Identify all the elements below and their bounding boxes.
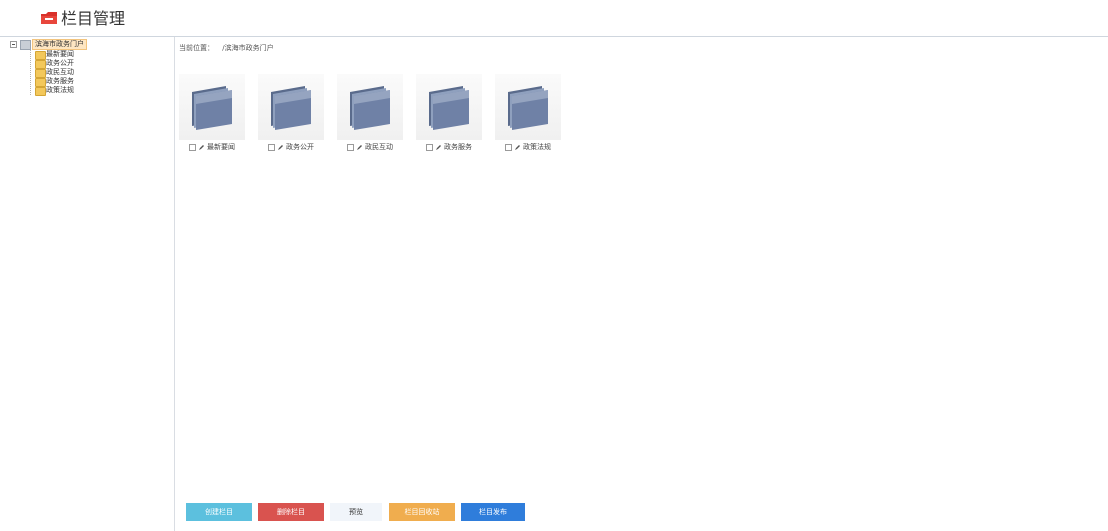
folder-icon xyxy=(35,87,46,96)
delete-column-button[interactable]: 删除栏目 xyxy=(258,503,324,521)
breadcrumb: 当前位置： /滨海市政务门户 xyxy=(179,43,274,53)
tree-item-label: 最新要闻 xyxy=(46,50,74,58)
large-folder-icon xyxy=(192,86,232,130)
select-checkbox[interactable] xyxy=(189,144,196,151)
folder-card[interactable]: 政务服务 xyxy=(416,74,482,151)
tree-item[interactable]: 最新要闻 xyxy=(35,50,74,60)
site-icon xyxy=(20,40,31,50)
edit-pencil-icon[interactable] xyxy=(356,144,363,151)
tree-item-label: 政务公开 xyxy=(46,59,74,67)
page: 栏目管理 滨海市政务门户 最新要闻 政务公开 政民互动 政务服务 政策法规 当前… xyxy=(0,0,1108,531)
tree-item-label: 政民互动 xyxy=(46,68,74,76)
tree-item-label: 政策法规 xyxy=(46,86,74,94)
folder-card[interactable]: 政民互动 xyxy=(337,74,403,151)
collapse-icon[interactable] xyxy=(10,41,17,48)
page-title: 栏目管理 xyxy=(61,9,126,28)
folder-thumbnail[interactable] xyxy=(495,74,561,140)
large-folder-icon xyxy=(429,86,469,130)
create-column-button[interactable]: 创建栏目 xyxy=(186,503,252,521)
folder-label[interactable]: 政策法规 xyxy=(523,143,551,151)
folder-caption: 最新要闻 xyxy=(189,143,235,153)
header-bar: 栏目管理 xyxy=(0,0,1108,37)
folder-caption: 政务公开 xyxy=(268,143,314,153)
tree-item[interactable]: 政务服务 xyxy=(35,77,74,87)
folder-caption: 政民互动 xyxy=(347,143,393,153)
tree-item-label: 政务服务 xyxy=(46,77,74,85)
column-tree: 滨海市政务门户 最新要闻 政务公开 政民互动 政务服务 政策法规 xyxy=(10,39,87,96)
sidebar: 滨海市政务门户 最新要闻 政务公开 政民互动 政务服务 政策法规 xyxy=(0,37,175,531)
edit-pencil-icon[interactable] xyxy=(435,144,442,151)
folder-card[interactable]: 政务公开 xyxy=(258,74,324,151)
tree-item[interactable]: 政民互动 xyxy=(35,68,74,78)
folder-caption: 政务服务 xyxy=(426,143,472,153)
select-checkbox[interactable] xyxy=(268,144,275,151)
select-checkbox[interactable] xyxy=(505,144,512,151)
folder-thumbnail[interactable] xyxy=(258,74,324,140)
tree-root[interactable]: 滨海市政务门户 xyxy=(10,39,87,50)
tree-item[interactable]: 政务公开 xyxy=(35,59,74,69)
large-folder-icon xyxy=(508,86,548,130)
preview-button[interactable]: 预览 xyxy=(330,503,382,521)
red-folder-icon xyxy=(41,12,57,24)
edit-pencil-icon[interactable] xyxy=(277,144,284,151)
folder-thumbnail[interactable] xyxy=(337,74,403,140)
folder-label[interactable]: 政民互动 xyxy=(365,143,393,151)
folder-label[interactable]: 政务服务 xyxy=(444,143,472,151)
breadcrumb-prefix: 当前位置： xyxy=(179,44,214,52)
folder-card[interactable]: 最新要闻 xyxy=(179,74,245,151)
tree-children: 最新要闻 政务公开 政民互动 政务服务 政策法规 xyxy=(30,50,74,96)
select-checkbox[interactable] xyxy=(347,144,354,151)
edit-pencil-icon[interactable] xyxy=(514,144,521,151)
select-checkbox[interactable] xyxy=(426,144,433,151)
publish-column-button[interactable]: 栏目发布 xyxy=(461,503,525,521)
folder-label[interactable]: 最新要闻 xyxy=(207,143,235,151)
tree-root-label[interactable]: 滨海市政务门户 xyxy=(32,39,87,50)
large-folder-icon xyxy=(271,86,311,130)
edit-pencil-icon[interactable] xyxy=(198,144,205,151)
tree-item[interactable]: 政策法规 xyxy=(35,86,74,96)
folder-thumbnail[interactable] xyxy=(179,74,245,140)
folder-thumbnail[interactable] xyxy=(416,74,482,140)
large-folder-icon xyxy=(350,86,390,130)
folder-label[interactable]: 政务公开 xyxy=(286,143,314,151)
folder-caption: 政策法规 xyxy=(505,143,551,153)
recycle-bin-button[interactable]: 栏目回收站 xyxy=(389,503,455,521)
folder-card[interactable]: 政策法规 xyxy=(495,74,561,151)
breadcrumb-path: /滨海市政务门户 xyxy=(222,44,274,52)
